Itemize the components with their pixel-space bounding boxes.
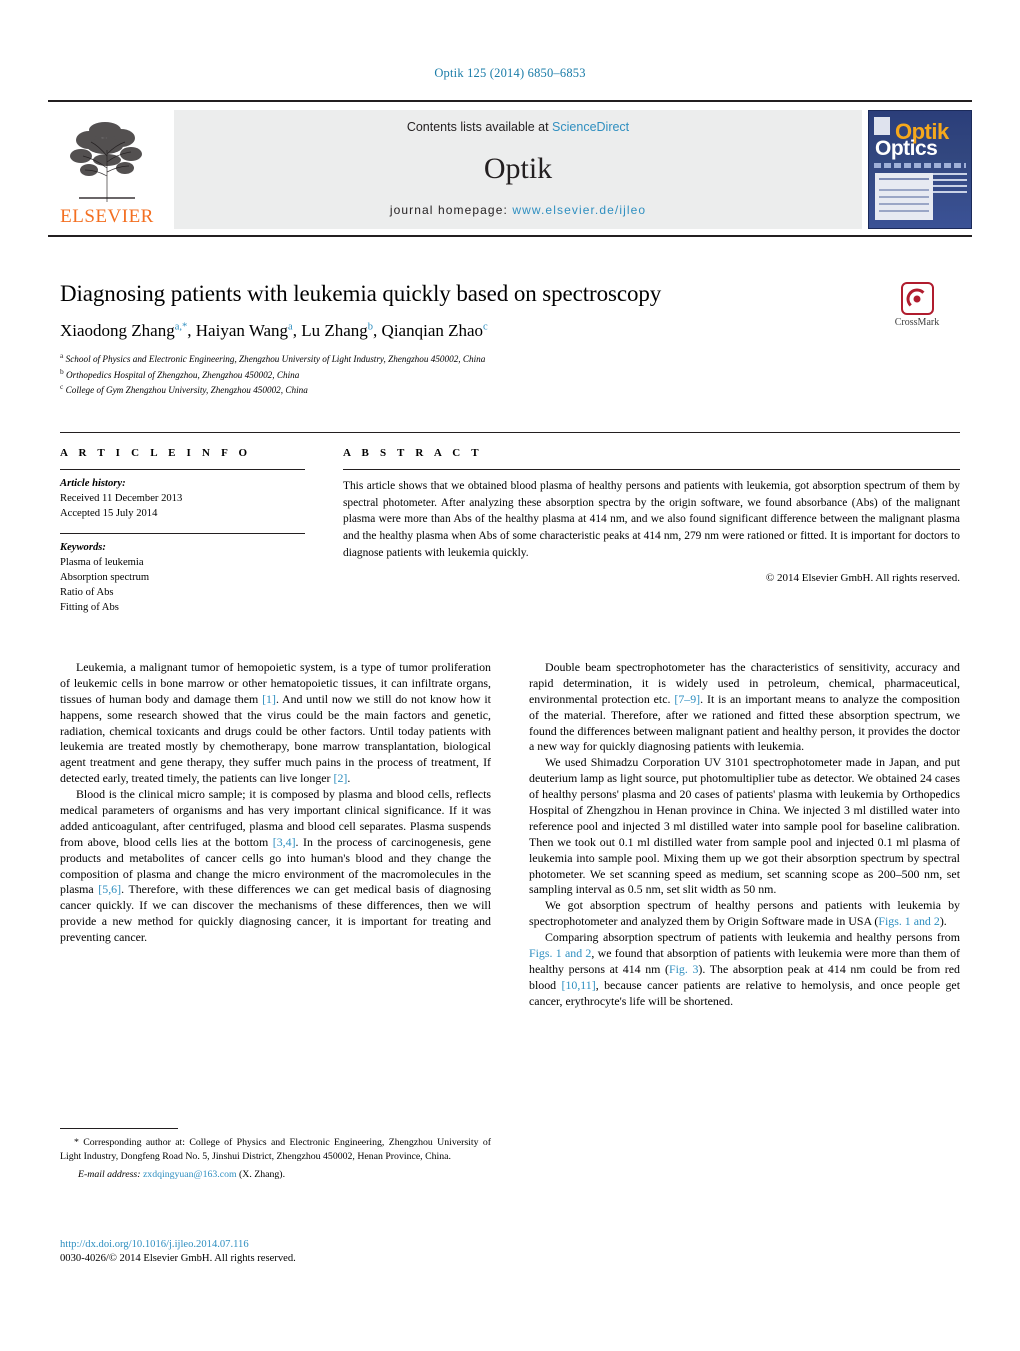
email-suffix: (X. Zhang). (239, 1169, 286, 1181)
cover-contents-panel (875, 173, 933, 220)
elsevier-logo: ELSEVIER (48, 106, 166, 235)
journal-homepage-line: journal homepage: www.elsevier.de/ijleo (390, 203, 646, 217)
doi-block: http://dx.doi.org/10.1016/j.ijleo.2014.0… (60, 1238, 520, 1267)
journal-title: Optik (483, 151, 553, 185)
article-info-column: A R T I C L E I N F O Article history: R… (60, 447, 305, 627)
citation-link[interactable]: [7–9] (674, 692, 700, 706)
cover-rule (874, 163, 966, 168)
citation-link[interactable]: [5,6] (98, 882, 121, 896)
footnote-rule (60, 1128, 178, 1129)
abstract-copyright: © 2014 Elsevier GmbH. All rights reserve… (765, 572, 960, 585)
affiliation-list: a School of Physics and Electronic Engin… (60, 351, 960, 397)
figure-reference-link[interactable]: Figs. 1 and 2 (529, 946, 591, 960)
elsevier-tree-icon (70, 122, 142, 202)
paper-page: Optik 125 (2014) 6850–6853 ELSEVIER Cont… (0, 0, 1020, 1351)
crossmark-icon (900, 282, 934, 315)
contents-available-line: Contents lists available at ScienceDirec… (407, 120, 629, 134)
email-line: E-mail address: zxdqingyuan@163.com (X. … (60, 1168, 491, 1182)
keyword-4: Fitting of Abs (60, 602, 119, 614)
citation-link[interactable]: [3,4] (273, 835, 296, 849)
abstract-heading: A B S T R A C T (343, 447, 483, 459)
crossmark-badge[interactable]: CrossMark (884, 282, 950, 328)
article-history-label: Article history: (60, 478, 126, 489)
citation-link[interactable]: [2] (333, 771, 347, 785)
email-label: E-mail address: (78, 1169, 141, 1181)
running-head: Optik 125 (2014) 6850–6853 (434, 66, 586, 80)
keyword-3: Ratio of Abs (60, 587, 114, 599)
contents-prefix: Contents lists available at (406, 120, 553, 134)
journal-homepage-link[interactable]: www.elsevier.de/ijleo (512, 203, 646, 217)
body-paragraph: Comparing absorption spectrum of patient… (529, 930, 961, 1008)
body-paragraph: Leukemia, a malignant tumor of hemopoiet… (60, 660, 491, 786)
author-list: Xiaodong Zhanga,*, Haiyan Wanga, Lu Zhan… (60, 320, 488, 340)
history-received: Received 11 December 2013 (60, 493, 183, 505)
figure-reference-link[interactable]: Fig. 3 (669, 962, 698, 976)
body-columns: Leukemia, a malignant tumor of hemopoiet… (60, 660, 960, 1010)
history-accepted: Accepted 15 July 2014 (60, 508, 158, 520)
journal-masthead: ELSEVIER Contents lists available at Sci… (48, 100, 972, 237)
abstract-column: A B S T R A C T This article shows that … (343, 447, 960, 627)
body-column-right: Double beam spectrophotometer has the ch… (529, 660, 960, 1010)
issn-copyright-line: 0030-4026/© 2014 Elsevier GmbH. All righ… (60, 1253, 296, 1265)
email-link[interactable]: zxdqingyuan@163.com (143, 1169, 237, 1180)
sciencedirect-link[interactable]: ScienceDirect (552, 120, 629, 134)
corresponding-author-footnote: * Corresponding author at: College of Ph… (60, 1128, 491, 1182)
body-paragraph: We got absorption spectrum of healthy pe… (529, 898, 960, 929)
cover-title-optics: Optics (875, 137, 938, 160)
body-paragraph: Double beam spectrophotometer has the ch… (529, 660, 960, 754)
keywords-label: Keywords: (60, 542, 106, 554)
citation-link[interactable]: [1] (262, 692, 276, 706)
keywords-block: Keywords: Plasma of leukemia Absorption … (60, 533, 305, 615)
journal-cover-thumbnail: Optik Optics (868, 110, 972, 229)
keyword-2: Absorption spectrum (60, 572, 150, 584)
abstract-text: This article shows that we obtained bloo… (343, 469, 960, 561)
title-block: Diagnosing patients with leukemia quickl… (60, 281, 960, 397)
body-column-left: Leukemia, a malignant tumor of hemopoiet… (60, 660, 491, 1010)
affiliation-mark: b (60, 366, 64, 376)
elsevier-wordmark: ELSEVIER (60, 206, 154, 227)
info-abstract-section: A R T I C L E I N F O Article history: R… (60, 432, 960, 627)
citation-link[interactable]: [10,11] (561, 978, 595, 992)
keyword-1: Plasma of leukemia (60, 557, 144, 569)
homepage-prefix: journal homepage: (389, 203, 513, 217)
affiliation-b: b Orthopedics Hospital of Zhengzhou, Zhe… (60, 366, 300, 380)
journal-band: Contents lists available at ScienceDirec… (174, 110, 862, 229)
affiliation-c: c College of Gym Zhengzhou University, Z… (60, 381, 308, 396)
affiliation-mark: c (60, 381, 64, 391)
article-info-heading: A R T I C L E I N F O (60, 447, 252, 459)
affiliation-a: a School of Physics and Electronic Engin… (60, 351, 486, 365)
affiliation-mark: a (60, 351, 64, 361)
corresponding-author-text: * Corresponding author at: College of Ph… (60, 1137, 491, 1162)
cover-publisher-mark (874, 117, 890, 135)
page-title: Diagnosing patients with leukemia quickl… (60, 281, 662, 306)
body-paragraph: Blood is the clinical micro sample; it i… (60, 787, 491, 945)
figure-reference-link[interactable]: Figs. 1 and 2 (878, 914, 939, 928)
article-history-block: Article history: Received 11 December 20… (60, 469, 305, 521)
crossmark-label: CrossMark (894, 317, 940, 328)
doi-link[interactable]: http://dx.doi.org/10.1016/j.ijleo.2014.0… (60, 1239, 249, 1250)
body-paragraph: We used Shimadzu Corporation UV 3101 spe… (529, 755, 960, 897)
